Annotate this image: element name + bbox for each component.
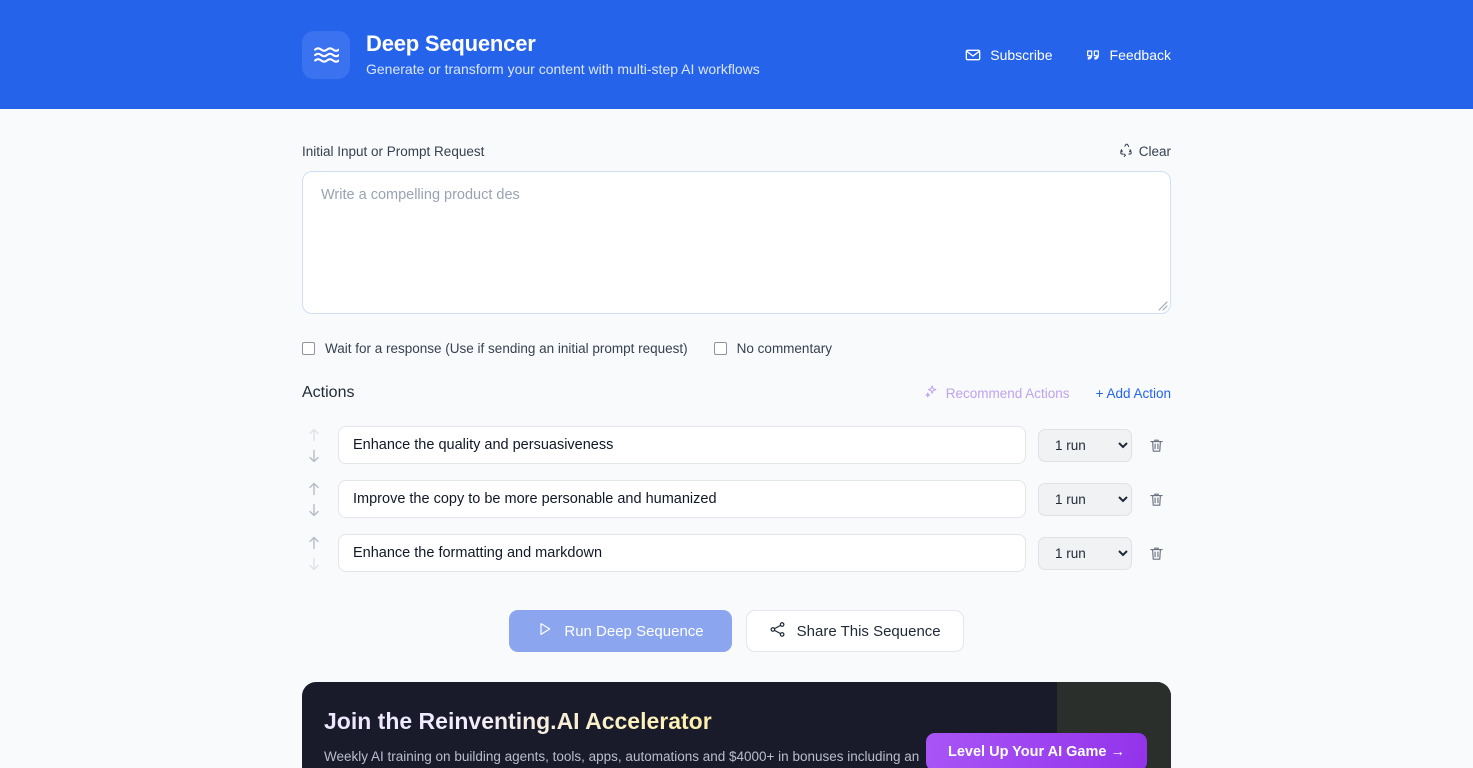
prompt-header: Initial Input or Prompt Request Clear <box>302 109 1171 171</box>
banner-content: Join the Reinventing.AI Accelerator Week… <box>302 682 1171 768</box>
no-commentary-option[interactable]: No commentary <box>713 341 832 356</box>
sequence-buttons: Run Deep Sequence Share This Sequence <box>302 580 1171 652</box>
action-runs-select[interactable]: 1 run <box>1038 428 1132 462</box>
recommend-actions-label: Recommend Actions <box>945 385 1070 401</box>
delete-action-button[interactable] <box>1148 437 1165 454</box>
promo-banner[interactable]: Join the Reinventing.AI Accelerator Week… <box>302 682 1171 768</box>
action-row: 1 run <box>302 526 1171 580</box>
banner-text: Join the Reinventing.AI Accelerator Week… <box>324 708 924 768</box>
banner-subtitle: Weekly AI training on building agents, t… <box>324 748 920 764</box>
app-subtitle: Generate or transform your content with … <box>366 60 760 77</box>
action-text-input[interactable] <box>338 534 1026 572</box>
actions-list: 1 run <box>302 402 1171 580</box>
delete-action-button[interactable] <box>1148 545 1165 562</box>
no-commentary-checkbox[interactable] <box>713 342 727 355</box>
run-deep-sequence-button[interactable]: Run Deep Sequence <box>509 610 732 652</box>
wait-for-response-label: Wait for a response (Use if sending an i… <box>325 341 688 356</box>
move-down-button[interactable] <box>308 449 320 463</box>
brand-text: Deep Sequencer Generate or transform you… <box>366 31 760 77</box>
share-sequence-button[interactable]: Share This Sequence <box>745 610 964 652</box>
reorder-controls <box>303 428 325 463</box>
move-up-button[interactable] <box>308 536 320 550</box>
prompt-label: Initial Input or Prompt Request <box>302 144 485 159</box>
wait-for-response-checkbox[interactable] <box>302 342 315 355</box>
wait-for-response-option[interactable]: Wait for a response (Use if sending an i… <box>302 341 688 356</box>
envelope-icon <box>965 47 981 63</box>
app-logo <box>302 30 350 79</box>
delete-action-button[interactable] <box>1148 491 1165 508</box>
action-runs-select[interactable]: 1 run <box>1038 536 1132 570</box>
add-action-button[interactable]: + Add Action <box>1096 386 1171 401</box>
subscribe-label: Subscribe <box>990 46 1053 63</box>
action-text-input[interactable] <box>338 480 1026 518</box>
prompt-input[interactable] <box>302 171 1171 314</box>
actions-title: Actions <box>302 384 355 401</box>
main-content: Initial Input or Prompt Request Clear Wr… <box>0 109 1473 768</box>
reorder-controls <box>303 482 325 517</box>
sparkles-icon <box>924 384 939 402</box>
clear-button[interactable]: Clear <box>1119 109 1171 171</box>
actions-header-buttons: Recommend Actions + Add Action <box>924 384 1171 402</box>
header-actions: Subscribe Feedback <box>965 47 1171 63</box>
banner-cta-button[interactable]: Level Up Your AI Game → <box>925 733 1147 768</box>
action-row: 1 run <box>302 472 1171 526</box>
move-up-button[interactable] <box>308 428 320 442</box>
option-checkboxes: Wait for a response (Use if sending an i… <box>302 314 1171 356</box>
brand: Deep Sequencer Generate or transform you… <box>302 30 760 79</box>
quote-icon <box>1085 47 1101 63</box>
share-sequence-label: Share This Sequence <box>796 622 941 640</box>
clear-label: Clear <box>1138 144 1171 159</box>
actions-header: Actions Recommend Actions + Add Action <box>302 356 1171 402</box>
feedback-link[interactable]: Feedback <box>1085 47 1171 63</box>
app-header: Deep Sequencer Generate or transform you… <box>0 0 1473 109</box>
action-runs-select[interactable]: 1 run <box>1038 482 1132 516</box>
move-down-button[interactable] <box>308 557 320 571</box>
recycle-icon <box>1119 143 1133 160</box>
move-up-button[interactable] <box>308 482 320 496</box>
recommend-actions-button[interactable]: Recommend Actions <box>924 384 1070 402</box>
waves-icon <box>313 42 339 68</box>
prompt-textarea-wrap <box>302 171 1171 314</box>
reorder-controls <box>303 536 325 571</box>
app-title: Deep Sequencer <box>366 31 536 57</box>
run-deep-sequence-label: Run Deep Sequence <box>564 622 704 640</box>
feedback-label: Feedback <box>1109 46 1171 63</box>
action-text-input[interactable] <box>338 426 1026 464</box>
banner-title: Join the Reinventing.AI Accelerator <box>324 708 924 736</box>
no-commentary-label: No commentary <box>736 341 832 356</box>
action-row: 1 run <box>302 418 1171 472</box>
move-down-button[interactable] <box>308 503 320 517</box>
play-icon <box>537 621 553 641</box>
subscribe-link[interactable]: Subscribe <box>965 46 1053 63</box>
share-nodes-icon <box>769 621 786 642</box>
